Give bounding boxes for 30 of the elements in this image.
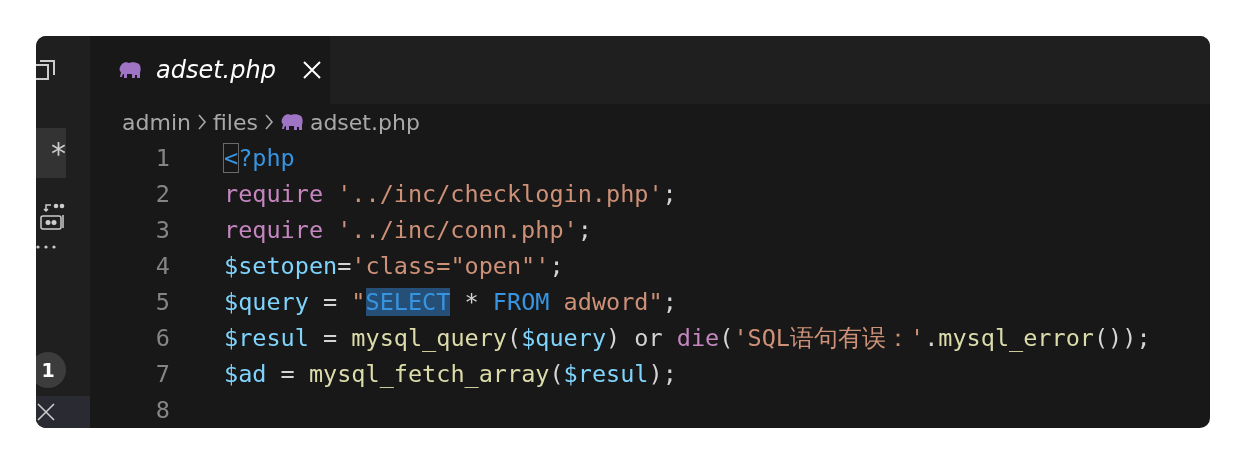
chevron-icon	[263, 112, 274, 132]
line-number: 3	[154, 216, 170, 244]
code-line: $setopen='class="open"';	[224, 252, 564, 280]
elephant-icon	[279, 113, 304, 131]
code-line: $resul = mysql_query($query) or die('SQL语句有误：'.mysql_error());	[224, 323, 1151, 354]
regex-toggle[interactable]: *	[36, 128, 66, 178]
line-number: 6	[154, 324, 170, 352]
close-icon[interactable]	[37, 403, 55, 421]
copy-icon[interactable]	[36, 58, 56, 82]
problem-count-badge: 1	[36, 352, 66, 388]
more-icon[interactable]	[36, 244, 56, 250]
replace-icon[interactable]	[39, 202, 67, 232]
line-number: 5	[154, 288, 170, 316]
code-line: require '../inc/conn.php';	[224, 216, 592, 244]
chevron-icon	[196, 112, 207, 132]
breadcrumb-item[interactable]: files	[212, 109, 258, 135]
code-line: $query = "SELECT * FROM adword";	[224, 288, 677, 316]
line-number: 8	[154, 396, 170, 424]
elephant-icon	[118, 61, 142, 79]
code-line: <?php	[224, 144, 295, 172]
line-number: 7	[154, 360, 170, 388]
tab-title: adset.php	[156, 56, 276, 84]
editor-tab[interactable]: adset.php	[90, 36, 330, 104]
breadcrumb-item[interactable]: adset.php	[309, 109, 420, 135]
code-line: $ad = mysql_fetch_array($resul);	[224, 360, 677, 388]
line-number: 4	[154, 252, 170, 280]
line-number: 2	[154, 180, 170, 208]
line-number: 1	[154, 144, 170, 172]
code-line: require '../inc/checklogin.php';	[224, 180, 677, 208]
breadcrumb-item[interactable]: admin	[122, 109, 191, 135]
